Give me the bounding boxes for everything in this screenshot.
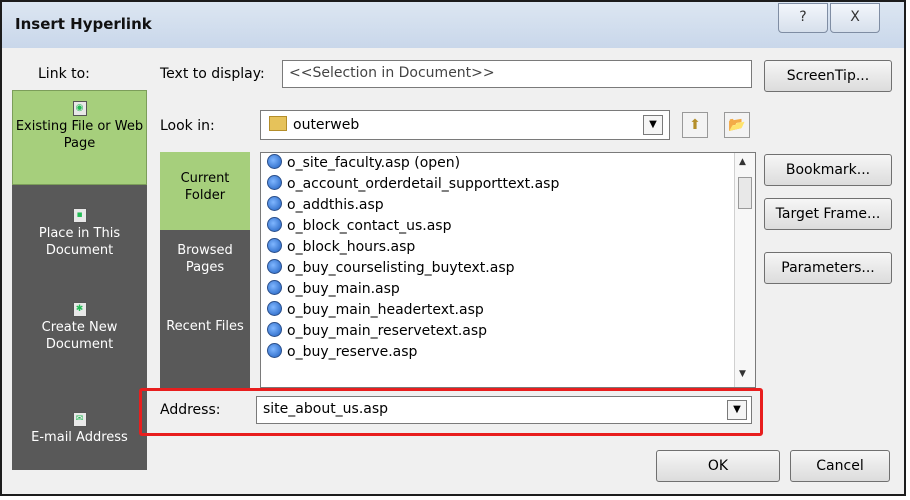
address-value: site_about_us.asp xyxy=(263,401,389,417)
file-name: o_buy_main_reservetext.asp xyxy=(287,323,488,339)
chevron-down-icon[interactable]: ▼ xyxy=(643,115,663,135)
file-name: o_site_faculty.asp (open) xyxy=(287,155,461,171)
place-in-document-icon: ▪ xyxy=(72,208,87,223)
list-item[interactable]: o_buy_main.asp xyxy=(267,279,400,300)
file-list[interactable]: o_site_faculty.asp (open) o_account_orde… xyxy=(260,152,756,388)
web-file-icon xyxy=(267,238,282,253)
address-label: Address: xyxy=(160,402,221,418)
folder-icon xyxy=(269,116,287,131)
close-button[interactable]: X xyxy=(830,3,880,33)
title-bar: Insert Hyperlink ? X xyxy=(2,2,904,48)
list-item[interactable]: o_buy_main_reservetext.asp xyxy=(267,321,487,342)
email-icon: ✉ xyxy=(72,412,87,427)
file-name: o_buy_main.asp xyxy=(287,281,400,297)
link-existing-file-label: Existing File or Web Page xyxy=(15,119,144,151)
web-file-icon xyxy=(267,154,282,169)
open-folder-icon[interactable]: 📂 xyxy=(724,112,750,138)
address-field[interactable]: site_about_us.asp ▼ xyxy=(256,396,752,424)
file-name: o_buy_reserve.asp xyxy=(287,344,418,360)
list-item[interactable]: o_buy_main_headertext.asp xyxy=(267,300,484,321)
list-item[interactable]: o_addthis.asp xyxy=(267,195,384,216)
up-folder-icon[interactable]: ⬆ xyxy=(682,112,708,138)
file-name: o_addthis.asp xyxy=(287,197,384,213)
look-in-value: outerweb xyxy=(293,117,360,133)
screentip-button[interactable]: ScreenTip... xyxy=(764,60,892,92)
look-in-combo[interactable]: outerweb ▼ xyxy=(260,110,670,140)
nav-recent-files[interactable]: Recent Files xyxy=(160,318,250,378)
look-in-label: Look in: xyxy=(160,118,215,134)
scroll-down-icon[interactable]: ▼ xyxy=(739,369,746,379)
bookmark-button[interactable]: Bookmark... xyxy=(764,154,892,186)
scroll-thumb[interactable] xyxy=(738,177,752,209)
web-file-icon xyxy=(267,280,282,295)
file-name: o_buy_courselisting_buytext.asp xyxy=(287,260,515,276)
list-item[interactable]: o_block_contact_us.asp xyxy=(267,216,451,237)
scroll-up-icon[interactable]: ▲ xyxy=(739,157,746,167)
browse-nav-bar: Current Folder Browsed Pages Recent File… xyxy=(160,152,250,390)
link-create-new-label: Create New Document xyxy=(41,320,118,352)
insert-hyperlink-dialog: Insert Hyperlink ? X Link to: ◉ Existing… xyxy=(0,0,906,496)
link-create-new[interactable]: ✱ Create New Document xyxy=(12,302,147,382)
link-place-in-document-label: Place in This Document xyxy=(38,226,121,258)
target-frame-button[interactable]: Target Frame... xyxy=(764,198,892,230)
list-item[interactable]: o_buy_courselisting_buytext.asp xyxy=(267,258,515,279)
link-email-address[interactable]: ✉ E-mail Address xyxy=(12,412,147,462)
web-file-icon xyxy=(267,217,282,232)
cancel-button[interactable]: Cancel xyxy=(790,450,890,482)
text-to-display-label: Text to display: xyxy=(160,66,265,82)
link-existing-file[interactable]: ◉ Existing File or Web Page xyxy=(12,90,147,185)
web-file-icon xyxy=(267,322,282,337)
list-item[interactable]: o_block_hours.asp xyxy=(267,237,415,258)
file-list-scrollbar[interactable]: ▲ ▼ xyxy=(734,153,755,387)
link-to-label: Link to: xyxy=(38,66,90,82)
nav-current-folder[interactable]: Current Folder xyxy=(160,152,250,230)
web-file-icon xyxy=(267,301,282,316)
link-email-address-label: E-mail Address xyxy=(31,430,128,445)
link-place-in-document[interactable]: ▪ Place in This Document xyxy=(12,208,147,288)
new-document-icon: ✱ xyxy=(72,302,87,317)
web-file-icon xyxy=(267,343,282,358)
list-item[interactable]: o_buy_reserve.asp xyxy=(267,342,417,363)
list-item[interactable]: o_account_orderdetail_supporttext.asp xyxy=(267,174,559,195)
ok-button[interactable]: OK xyxy=(656,450,780,482)
web-file-icon xyxy=(267,259,282,274)
help-button[interactable]: ? xyxy=(778,3,828,33)
existing-file-icon: ◉ xyxy=(72,101,87,116)
chevron-down-icon[interactable]: ▼ xyxy=(727,400,747,420)
web-file-icon xyxy=(267,196,282,211)
dialog-title: Insert Hyperlink xyxy=(15,15,152,33)
file-name: o_account_orderdetail_supporttext.asp xyxy=(287,176,560,192)
parameters-button[interactable]: Parameters... xyxy=(764,252,892,284)
file-name: o_buy_main_headertext.asp xyxy=(287,302,484,318)
list-item[interactable]: o_site_faculty.asp (open) xyxy=(267,153,460,174)
file-name: o_block_hours.asp xyxy=(287,239,416,255)
file-name: o_block_contact_us.asp xyxy=(287,218,452,234)
nav-browsed-pages[interactable]: Browsed Pages xyxy=(160,242,250,302)
text-to-display-field[interactable]: <<Selection in Document>> xyxy=(282,60,752,88)
web-file-icon xyxy=(267,175,282,190)
link-to-bar: ◉ Existing File or Web Page ▪ Place in T… xyxy=(12,90,147,470)
